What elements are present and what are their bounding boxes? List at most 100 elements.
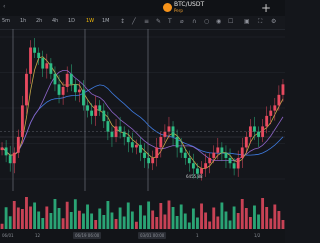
top-bar: ‹ BTC/USDT Perp + xyxy=(0,0,285,16)
volume-bar xyxy=(204,212,208,229)
candle-body xyxy=(53,73,57,85)
volume-bar xyxy=(171,207,175,229)
volume-bar xyxy=(163,214,167,229)
candle-body xyxy=(253,126,256,132)
timeframe-1d[interactable]: 1D xyxy=(68,18,75,24)
timeframe-1h[interactable]: 1h xyxy=(20,18,26,24)
volume-bar xyxy=(4,207,8,229)
candle-body xyxy=(228,157,232,164)
candle-body xyxy=(98,105,102,111)
volume-bar xyxy=(86,204,89,229)
candle-body xyxy=(4,147,8,156)
volume-bar xyxy=(191,208,195,229)
timeframe-1w[interactable]: 1W xyxy=(86,18,94,24)
magnet-icon[interactable]: ∩ xyxy=(192,18,196,25)
candle-body xyxy=(25,73,28,106)
volume-bar xyxy=(33,202,37,229)
candle-body xyxy=(151,157,155,164)
candle-body xyxy=(122,131,126,137)
moving-average-line xyxy=(1,70,284,161)
volume-bar xyxy=(16,207,20,229)
line-icon[interactable]: ╱ xyxy=(132,18,136,25)
candle-body xyxy=(212,152,216,158)
eye-icon[interactable]: ◉ xyxy=(216,18,221,25)
volume-bar xyxy=(257,214,260,229)
volume-bar xyxy=(53,199,57,229)
candle-body xyxy=(49,63,53,74)
settings-icon[interactable]: ⚙ xyxy=(271,18,276,25)
x-label: 06/19 06:00 xyxy=(73,232,102,239)
pair-name: BTC/USDT xyxy=(174,1,205,8)
timeframe-5m[interactable]: 5m xyxy=(2,18,10,24)
candle-body xyxy=(126,136,130,143)
candle-body xyxy=(143,152,146,158)
volume-bar xyxy=(49,213,53,229)
x-label: 1 xyxy=(196,233,199,238)
volume-bar xyxy=(220,202,224,229)
pair-selector[interactable]: BTC/USDT Perp xyxy=(163,1,253,15)
candle-body xyxy=(220,147,224,153)
volume-bar xyxy=(57,208,61,229)
volume-bar xyxy=(212,207,216,229)
camera-icon[interactable]: ▣ xyxy=(244,18,250,25)
candle-body xyxy=(244,136,248,148)
x-label: 03/01 00:00 xyxy=(138,232,167,239)
back-icon[interactable]: ‹ xyxy=(3,3,5,10)
volume-bar xyxy=(20,209,24,229)
volume-bar xyxy=(265,207,269,229)
volume-bar xyxy=(277,211,281,229)
volume-bar xyxy=(175,216,179,229)
candle-body xyxy=(73,84,77,93)
cursor-icon[interactable]: ↕ xyxy=(120,18,125,25)
fullscreen-icon[interactable]: ⛶ xyxy=(258,18,262,26)
candle-body xyxy=(45,63,49,69)
volume-bar xyxy=(236,213,240,229)
candle-body xyxy=(29,47,32,74)
lock-icon[interactable]: ○ xyxy=(204,18,209,25)
candle-body xyxy=(106,121,110,132)
candle-body xyxy=(265,115,269,127)
timeframe-2h[interactable]: 2h xyxy=(36,18,42,24)
volume-bar xyxy=(82,213,85,229)
trash-icon[interactable]: ☐ xyxy=(228,18,233,25)
candlestick-chart[interactable] xyxy=(0,29,285,229)
bitcoin-icon xyxy=(163,3,172,12)
volume-bar xyxy=(208,221,212,229)
candle-body xyxy=(139,144,142,153)
ruler-icon[interactable]: ⌀ xyxy=(180,18,184,25)
volume-bar xyxy=(253,205,256,229)
volume-bar xyxy=(110,212,114,229)
candle-body xyxy=(216,147,220,153)
candle-body xyxy=(110,131,114,137)
volume-bar xyxy=(77,210,81,229)
volume-bar xyxy=(228,220,232,229)
volume-bar xyxy=(240,199,244,229)
timeframe-1m[interactable]: 1M xyxy=(102,18,110,24)
candle-body xyxy=(179,147,183,153)
brush-icon[interactable]: ✎ xyxy=(156,18,161,25)
volume-bar xyxy=(69,212,73,229)
text-icon[interactable]: T xyxy=(168,18,172,25)
candle-body xyxy=(65,73,69,87)
volume-bar xyxy=(12,201,16,229)
volume-bar xyxy=(29,206,32,229)
volume-bar xyxy=(216,216,220,229)
candle-body xyxy=(155,147,159,158)
candle-body xyxy=(82,89,85,106)
candle-body xyxy=(37,52,41,59)
volume-bar xyxy=(90,213,94,229)
volume-bar xyxy=(106,201,110,229)
volume-bar xyxy=(147,201,151,229)
candle-body xyxy=(204,163,208,169)
candle-body xyxy=(118,126,122,132)
candle-body xyxy=(12,152,16,164)
fib-icon[interactable]: ≡ xyxy=(144,18,149,25)
candle-body xyxy=(57,84,61,95)
candle-body xyxy=(130,142,134,148)
candle-body xyxy=(175,136,179,148)
timeframe-4h[interactable]: 4h xyxy=(52,18,58,24)
add-tab-button[interactable]: + xyxy=(258,0,274,16)
timeframe-toolbar: 5m 1h 2h 4h 1D 1W 1M ↕ ╱ ≡ ✎ T ⌀ ∩ ○ ◉ ☐… xyxy=(0,16,285,30)
last-price-label: 6455.88 xyxy=(186,174,203,179)
candle-body xyxy=(20,105,24,137)
